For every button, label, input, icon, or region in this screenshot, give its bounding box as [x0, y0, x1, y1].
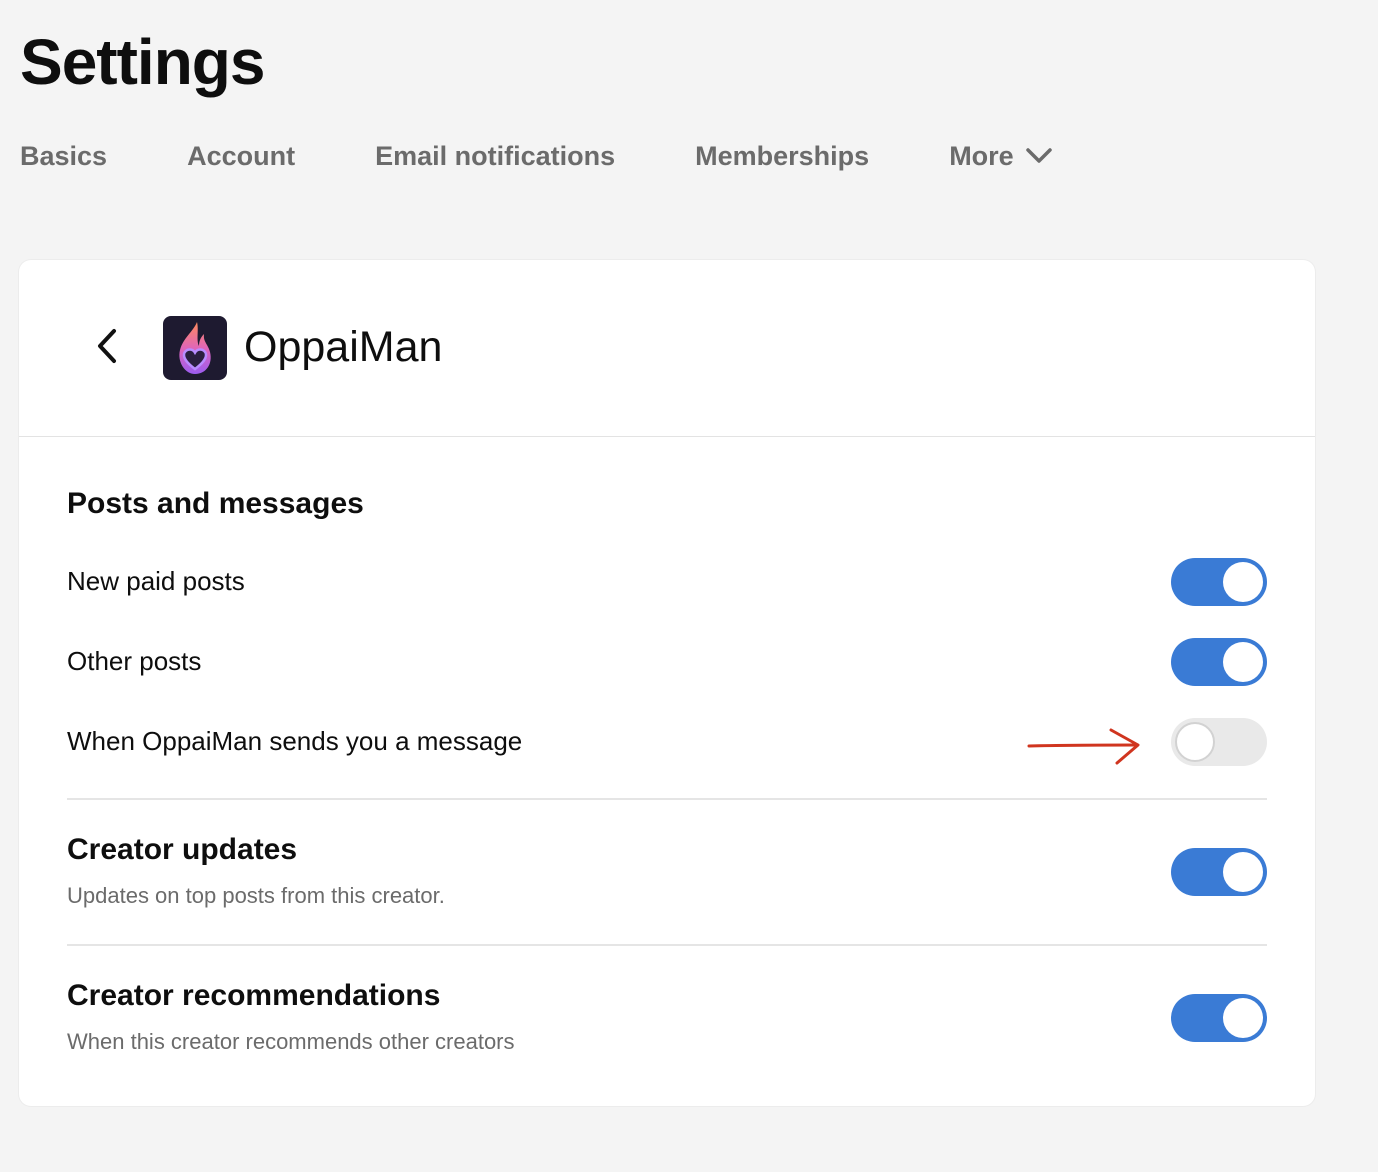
flame-heart-logo: [179, 322, 211, 374]
card-header: OppaiMan: [19, 260, 1315, 437]
tab-memberships[interactable]: Memberships: [695, 138, 869, 174]
chevron-left-icon: [96, 328, 118, 369]
creator-updates-toggle[interactable]: [1171, 848, 1267, 896]
message-notification-toggle[interactable]: [1171, 718, 1267, 766]
other-posts-label: Other posts: [67, 646, 202, 676]
toggle-knob: [1223, 562, 1263, 602]
creator-updates-heading: Creator updates: [67, 833, 298, 866]
toggle-knob: [1223, 852, 1263, 892]
creator-notification-card: OppaiMan Posts and messages New paid pos…: [19, 260, 1315, 1106]
creator-name: OppaiMan: [244, 323, 443, 371]
page-title: Settings: [20, 26, 265, 98]
tab-more-label: More: [949, 141, 1014, 171]
posts-and-messages-heading: Posts and messages: [67, 487, 364, 520]
section-divider: [67, 798, 1267, 800]
creator-recommendations-description: When this creator recommends other creat…: [67, 1029, 515, 1054]
creator-avatar: [163, 316, 227, 380]
new-paid-posts-label: New paid posts: [67, 566, 245, 596]
chevron-down-icon: [1025, 148, 1052, 164]
settings-tabs: Basics Account Email notifications Membe…: [20, 138, 1132, 174]
section-divider: [67, 944, 1267, 946]
creator-recommendations-heading: Creator recommendations: [67, 979, 441, 1012]
toggle-knob: [1223, 642, 1263, 682]
tab-basics[interactable]: Basics: [20, 138, 107, 174]
message-notification-label: When OppaiMan sends you a message: [67, 726, 523, 756]
toggle-knob: [1223, 998, 1263, 1038]
new-paid-posts-toggle[interactable]: [1171, 558, 1267, 606]
toggle-knob: [1175, 722, 1215, 762]
tab-more[interactable]: More: [949, 138, 1052, 174]
back-button[interactable]: [91, 328, 123, 368]
annotation-arrow-icon: [1027, 728, 1140, 765]
creator-recommendations-toggle[interactable]: [1171, 994, 1267, 1042]
tab-email-notifications[interactable]: Email notifications: [375, 138, 615, 174]
creator-updates-description: Updates on top posts from this creator.: [67, 883, 445, 908]
other-posts-toggle[interactable]: [1171, 638, 1267, 686]
tab-account[interactable]: Account: [187, 138, 295, 174]
